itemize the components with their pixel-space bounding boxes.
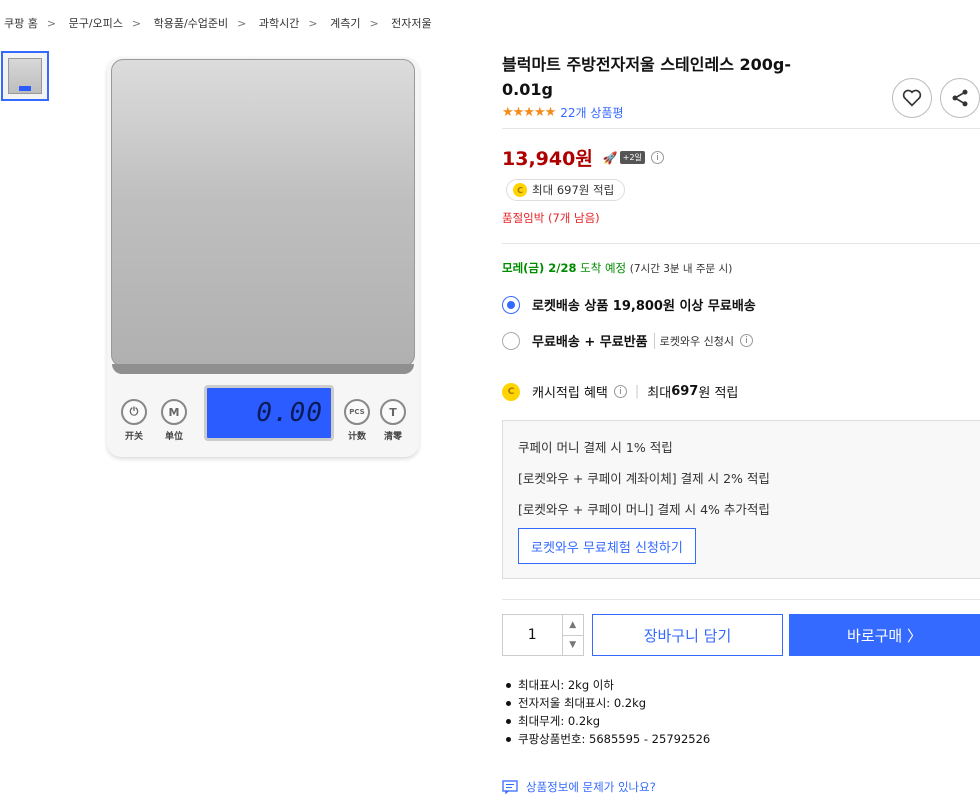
- favorite-button[interactable]: [892, 78, 932, 118]
- radio-unselected[interactable]: [502, 331, 520, 350]
- breadcrumb-electronic-scale[interactable]: 전자저울: [391, 17, 431, 30]
- info-icon[interactable]: i: [739, 334, 753, 347]
- spec-item: 최대무게: 0.2kg: [506, 712, 710, 730]
- scale-button-label: 清零: [383, 432, 402, 442]
- coin-icon: C: [513, 183, 527, 197]
- breadcrumb-separator: >: [308, 17, 318, 30]
- promo-line: [로켓와우 + 쿠페이 머니] 결제 시 4% 추가적립: [518, 502, 770, 517]
- thumbnail-image: [8, 58, 42, 94]
- promo-box: 쿠페이 머니 결제 시 1% 적립 [로켓와우 + 쿠페이 계좌이체] 결제 시…: [502, 420, 980, 579]
- cash-reward-pill: C 최대 697원 적립: [506, 179, 626, 201]
- report-problem-label: 상품정보에 문제가 있나요?: [526, 780, 656, 794]
- delivery-suffix: 도착 예정: [580, 261, 627, 275]
- scale-body: ⏻ 开关 M 单位 0.00 PCS 计数 T 清零: [107, 57, 419, 457]
- shipping-option-label: 무료배송 + 무료반품: [532, 335, 648, 350]
- delivery-condition: (7시간 3분 내 주문 시): [629, 263, 733, 275]
- cash-benefit-value: 697: [671, 384, 699, 399]
- sale-price: 13,940원: [502, 148, 593, 170]
- scale-control-panel: ⏻ 开关 M 单位 0.00 PCS 计数 T 清零: [115, 377, 411, 451]
- delivery-days-badge: +2일: [619, 151, 645, 164]
- stock-warning: 품절임박 (7개 남음): [502, 211, 600, 225]
- scale-button-label: 开关: [124, 432, 143, 442]
- chevron-down-icon[interactable]: ▼: [563, 636, 583, 656]
- shipping-option-rocket[interactable]: 로켓배송 상품 19,800원 이상 무료배송: [502, 295, 756, 314]
- promo-line: [로켓와우 + 쿠페이 계좌이체] 결제 시 2% 적립: [518, 471, 770, 486]
- scale-plate: [111, 59, 415, 374]
- star-rating-icon: ★★★★★: [502, 105, 556, 120]
- separator: |: [634, 384, 640, 399]
- radio-selected[interactable]: [502, 295, 520, 314]
- m-icon: M: [161, 399, 187, 425]
- spec-item: 쿠팡상품번호: 5685595 - 25792526: [506, 730, 710, 748]
- spec-item: 전자저울 최대표시: 0.2kg: [506, 694, 710, 712]
- cash-benefit-suffix: 원 적립: [698, 386, 739, 401]
- cash-benefit-prefix: 최대: [647, 386, 672, 401]
- spec-item: 최대표시: 2kg 이하: [506, 676, 710, 694]
- info-icon[interactable]: i: [650, 151, 664, 164]
- coin-icon: C: [502, 382, 520, 401]
- message-icon: [502, 780, 518, 794]
- delivery-date: 모레(금) 2/28: [502, 261, 577, 275]
- share-button[interactable]: [940, 78, 980, 118]
- product-title: 블럭마트 주방전자저울 스테인레스 200g-0.01g: [502, 55, 792, 99]
- review-count-link[interactable]: 22개 상품평: [560, 104, 623, 121]
- breadcrumb-measuring[interactable]: 계측기: [330, 17, 360, 30]
- share-icon: [952, 89, 968, 107]
- report-problem-link[interactable]: 상품정보에 문제가 있나요?: [502, 779, 656, 795]
- quantity-arrows: ▲ ▼: [561, 615, 583, 656]
- quantity-input[interactable]: 1: [503, 615, 562, 655]
- add-to-cart-button[interactable]: 장바구니 담기: [592, 614, 783, 656]
- pcs-icon: PCS: [344, 399, 370, 425]
- cash-reward-text: 최대 697원 적립: [532, 183, 615, 197]
- shipping-option-sub: 로켓와우 신청시: [653, 332, 734, 349]
- info-icon[interactable]: i: [613, 385, 627, 398]
- cash-benefit-label: 캐시적립 혜택: [532, 386, 608, 401]
- quantity-stepper[interactable]: 1 ▲ ▼: [502, 614, 584, 656]
- product-info-panel: 블럭마트 주방전자저울 스테인레스 200g-0.01g ★★★★★ 22개 상…: [502, 52, 980, 794]
- delivery-estimate: 모레(금) 2/28 도착 예정 (7시간 3분 내 주문 시): [502, 260, 732, 276]
- shipping-option-free[interactable]: 무료배송 + 무료반품 로켓와우 신청시 i: [502, 331, 753, 350]
- breadcrumb-separator: >: [237, 17, 247, 30]
- promo-line: 쿠페이 머니 결제 시 1% 적립: [518, 440, 673, 455]
- scale-button-label: 计数: [347, 432, 366, 442]
- spec-list: 최대표시: 2kg 이하 전자저울 최대표시: 0.2kg 최대무게: 0.2k…: [506, 676, 710, 748]
- scale-button-label: 单位: [164, 432, 183, 442]
- price-row: 13,940원 🚀 +2일 i: [502, 144, 664, 171]
- product-main-image: ⏻ 开关 M 单位 0.00 PCS 计数 T 清零: [107, 57, 419, 457]
- breadcrumb-home[interactable]: 쿠팡 홈: [4, 17, 38, 30]
- buy-now-button[interactable]: 바로구매 〉: [789, 614, 980, 656]
- breadcrumb-science[interactable]: 과학시간: [259, 17, 299, 30]
- shipping-option-label: 로켓배송 상품 19,800원 이상 무료배송: [532, 299, 756, 314]
- scale-lcd-display: 0.00: [204, 385, 334, 441]
- cash-benefit-row: C 캐시적립 혜택 i | 최대 697 원 적립: [502, 382, 738, 401]
- power-icon: ⏻: [121, 399, 147, 425]
- divider: [502, 599, 980, 600]
- chevron-up-icon[interactable]: ▲: [562, 615, 583, 636]
- rocket-wow-trial-button[interactable]: 로켓와우 무료체험 신청하기: [518, 528, 696, 564]
- heart-icon: [902, 89, 922, 107]
- breadcrumb-separator: >: [131, 17, 142, 30]
- divider: [502, 128, 980, 129]
- breadcrumb-stationery[interactable]: 문구/오피스: [69, 17, 123, 30]
- breadcrumb-separator: >: [369, 17, 379, 30]
- product-thumbnail[interactable]: [1, 51, 49, 101]
- breadcrumb-separator: >: [46, 17, 57, 30]
- t-icon: T: [380, 399, 406, 425]
- breadcrumb-school-supplies[interactable]: 학용품/수업준비: [154, 17, 229, 30]
- rocket-icon: 🚀: [602, 150, 618, 165]
- divider: [502, 243, 980, 244]
- breadcrumb: 쿠팡 홈 > 문구/오피스 > 학용품/수업준비 > 과학시간 > 계측기 > 전자저울: [4, 15, 432, 31]
